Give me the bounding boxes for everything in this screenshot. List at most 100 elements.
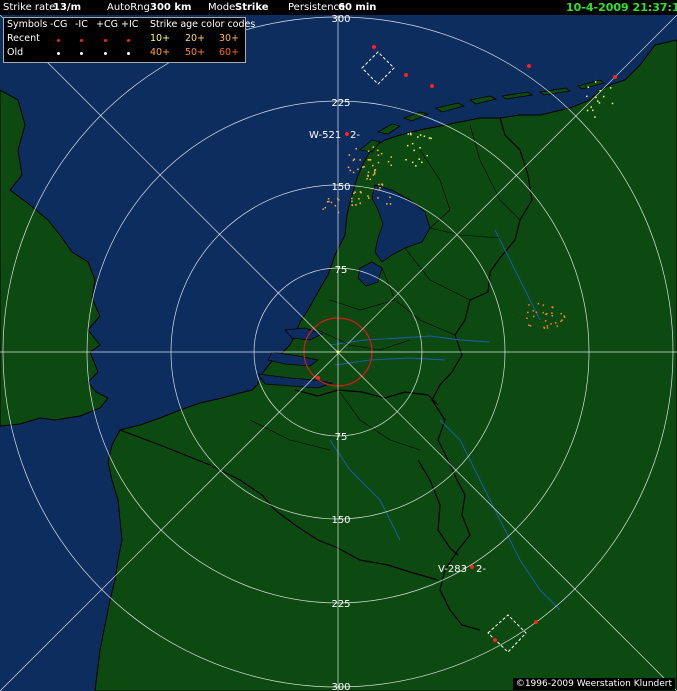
strike-dot bbox=[367, 171, 370, 173]
station-marker bbox=[336, 350, 340, 354]
recent-strike-dot bbox=[372, 45, 376, 49]
strike-dot bbox=[555, 322, 557, 324]
strike-dot bbox=[337, 197, 339, 200]
persistence-value: 60 min bbox=[338, 2, 377, 13]
recent-strike-dot bbox=[534, 620, 538, 624]
strike-dot bbox=[359, 159, 361, 161]
range-label-top-75: 75 bbox=[335, 265, 348, 276]
strike-dot bbox=[381, 183, 383, 185]
strike-dot bbox=[380, 152, 383, 155]
strike-dot bbox=[362, 166, 364, 168]
strike-dot bbox=[390, 156, 392, 158]
strike-dot bbox=[418, 158, 420, 160]
strike-dot bbox=[410, 133, 412, 136]
legend-symbol-pos-cg: +CG bbox=[96, 19, 118, 30]
strike-dot bbox=[426, 154, 428, 157]
strike-dot bbox=[594, 81, 597, 83]
persistence-label: Persistence bbox=[288, 2, 346, 13]
strike-dot bbox=[551, 312, 553, 314]
strike-rate-label: Strike rate bbox=[3, 2, 56, 13]
strike-dot bbox=[543, 327, 546, 329]
strike-dot bbox=[337, 211, 340, 214]
strike-dot bbox=[351, 204, 353, 206]
strike-dot bbox=[550, 323, 552, 325]
legend-symbol-pos-ic: +IC bbox=[121, 19, 139, 30]
strike-dot bbox=[369, 178, 372, 181]
strike-dot bbox=[428, 137, 431, 139]
strike-dot bbox=[357, 168, 359, 171]
range-label-bottom-150: 150 bbox=[331, 515, 350, 526]
autorng-value: 300 km bbox=[150, 2, 192, 13]
strike-dot bbox=[359, 202, 361, 204]
recent-strike-dot bbox=[316, 376, 320, 380]
strike-dot bbox=[330, 201, 333, 204]
strike-dot bbox=[526, 317, 528, 319]
legend-recent-neg-ic-dot bbox=[80, 39, 83, 42]
range-label-bottom-75: 75 bbox=[335, 432, 348, 443]
recent-strike-dot bbox=[613, 75, 617, 79]
mode-label: Mode bbox=[208, 2, 236, 13]
strike-dot bbox=[368, 159, 371, 161]
strike-dot bbox=[347, 166, 350, 169]
strike-dot bbox=[352, 171, 355, 174]
strike-dot bbox=[372, 164, 374, 167]
strike-dot bbox=[372, 146, 374, 148]
legend-symbol-neg-cg: -CG bbox=[50, 19, 68, 30]
strike-dot bbox=[358, 198, 360, 200]
strike-dot bbox=[349, 169, 352, 172]
strike-dot bbox=[353, 158, 356, 160]
strike-dot bbox=[355, 204, 357, 206]
strike-dot bbox=[367, 195, 369, 197]
strike-dot bbox=[390, 164, 392, 166]
strike-dot bbox=[528, 304, 530, 306]
legend-panel: Symbols -CG -IC +CG +IC Strike age color… bbox=[3, 17, 255, 63]
site-suffix-north: 2- bbox=[350, 130, 360, 141]
strike-dot bbox=[377, 154, 380, 156]
recent-strike-dot bbox=[527, 64, 531, 68]
strike-dot bbox=[586, 109, 589, 112]
strike-dot bbox=[386, 203, 388, 205]
strike-dot bbox=[327, 198, 330, 200]
recent-strike-dot bbox=[430, 84, 434, 88]
strike-dot bbox=[351, 200, 353, 203]
strike-dot bbox=[334, 204, 337, 207]
strike-dot bbox=[355, 148, 357, 150]
datetime-stamp: 10-4-2009 21:37:10 bbox=[566, 1, 677, 14]
strike-dot bbox=[377, 161, 380, 164]
recent-strike-dot bbox=[493, 638, 497, 642]
strike-dot bbox=[537, 303, 540, 305]
site-label-south: V-283 bbox=[438, 564, 467, 575]
site-marker-north: W-521 2- bbox=[309, 130, 360, 141]
legend-recent-pos-ic-dot bbox=[127, 39, 130, 42]
strike-dot bbox=[354, 191, 356, 193]
strike-dot bbox=[374, 169, 377, 171]
range-label-top-300: 300 bbox=[331, 15, 350, 25]
strike-dot bbox=[544, 320, 547, 322]
strike-dot bbox=[368, 197, 370, 199]
strike-dot bbox=[367, 174, 369, 177]
strike-dot bbox=[387, 160, 390, 163]
strike-dot bbox=[586, 95, 588, 98]
strike-dot bbox=[598, 102, 601, 104]
strike-dot bbox=[430, 137, 432, 140]
strike-dot bbox=[366, 178, 368, 180]
legend-old-pos-ic-dot bbox=[127, 52, 130, 55]
recent-strike-dot bbox=[404, 73, 408, 77]
strike-dot bbox=[545, 313, 547, 316]
strike-dot bbox=[419, 134, 422, 136]
strike-dot bbox=[326, 201, 329, 203]
strike-dot bbox=[587, 86, 590, 88]
strike-dot bbox=[379, 186, 381, 189]
strike-dot bbox=[421, 161, 423, 164]
strike-dot bbox=[563, 315, 565, 317]
strike-dot bbox=[546, 325, 549, 327]
legend-symbols-label: Symbols bbox=[7, 19, 48, 30]
site-label-north: W-521 bbox=[309, 130, 341, 141]
strike-dot bbox=[351, 197, 353, 200]
legend-old-neg-ic-dot bbox=[80, 52, 83, 55]
strike-dot bbox=[423, 135, 426, 137]
autorng-label: AutoRng bbox=[107, 2, 150, 13]
strike-dot bbox=[599, 90, 601, 92]
strike-dot bbox=[406, 144, 409, 147]
legend-age-50: 50+ bbox=[185, 47, 206, 58]
